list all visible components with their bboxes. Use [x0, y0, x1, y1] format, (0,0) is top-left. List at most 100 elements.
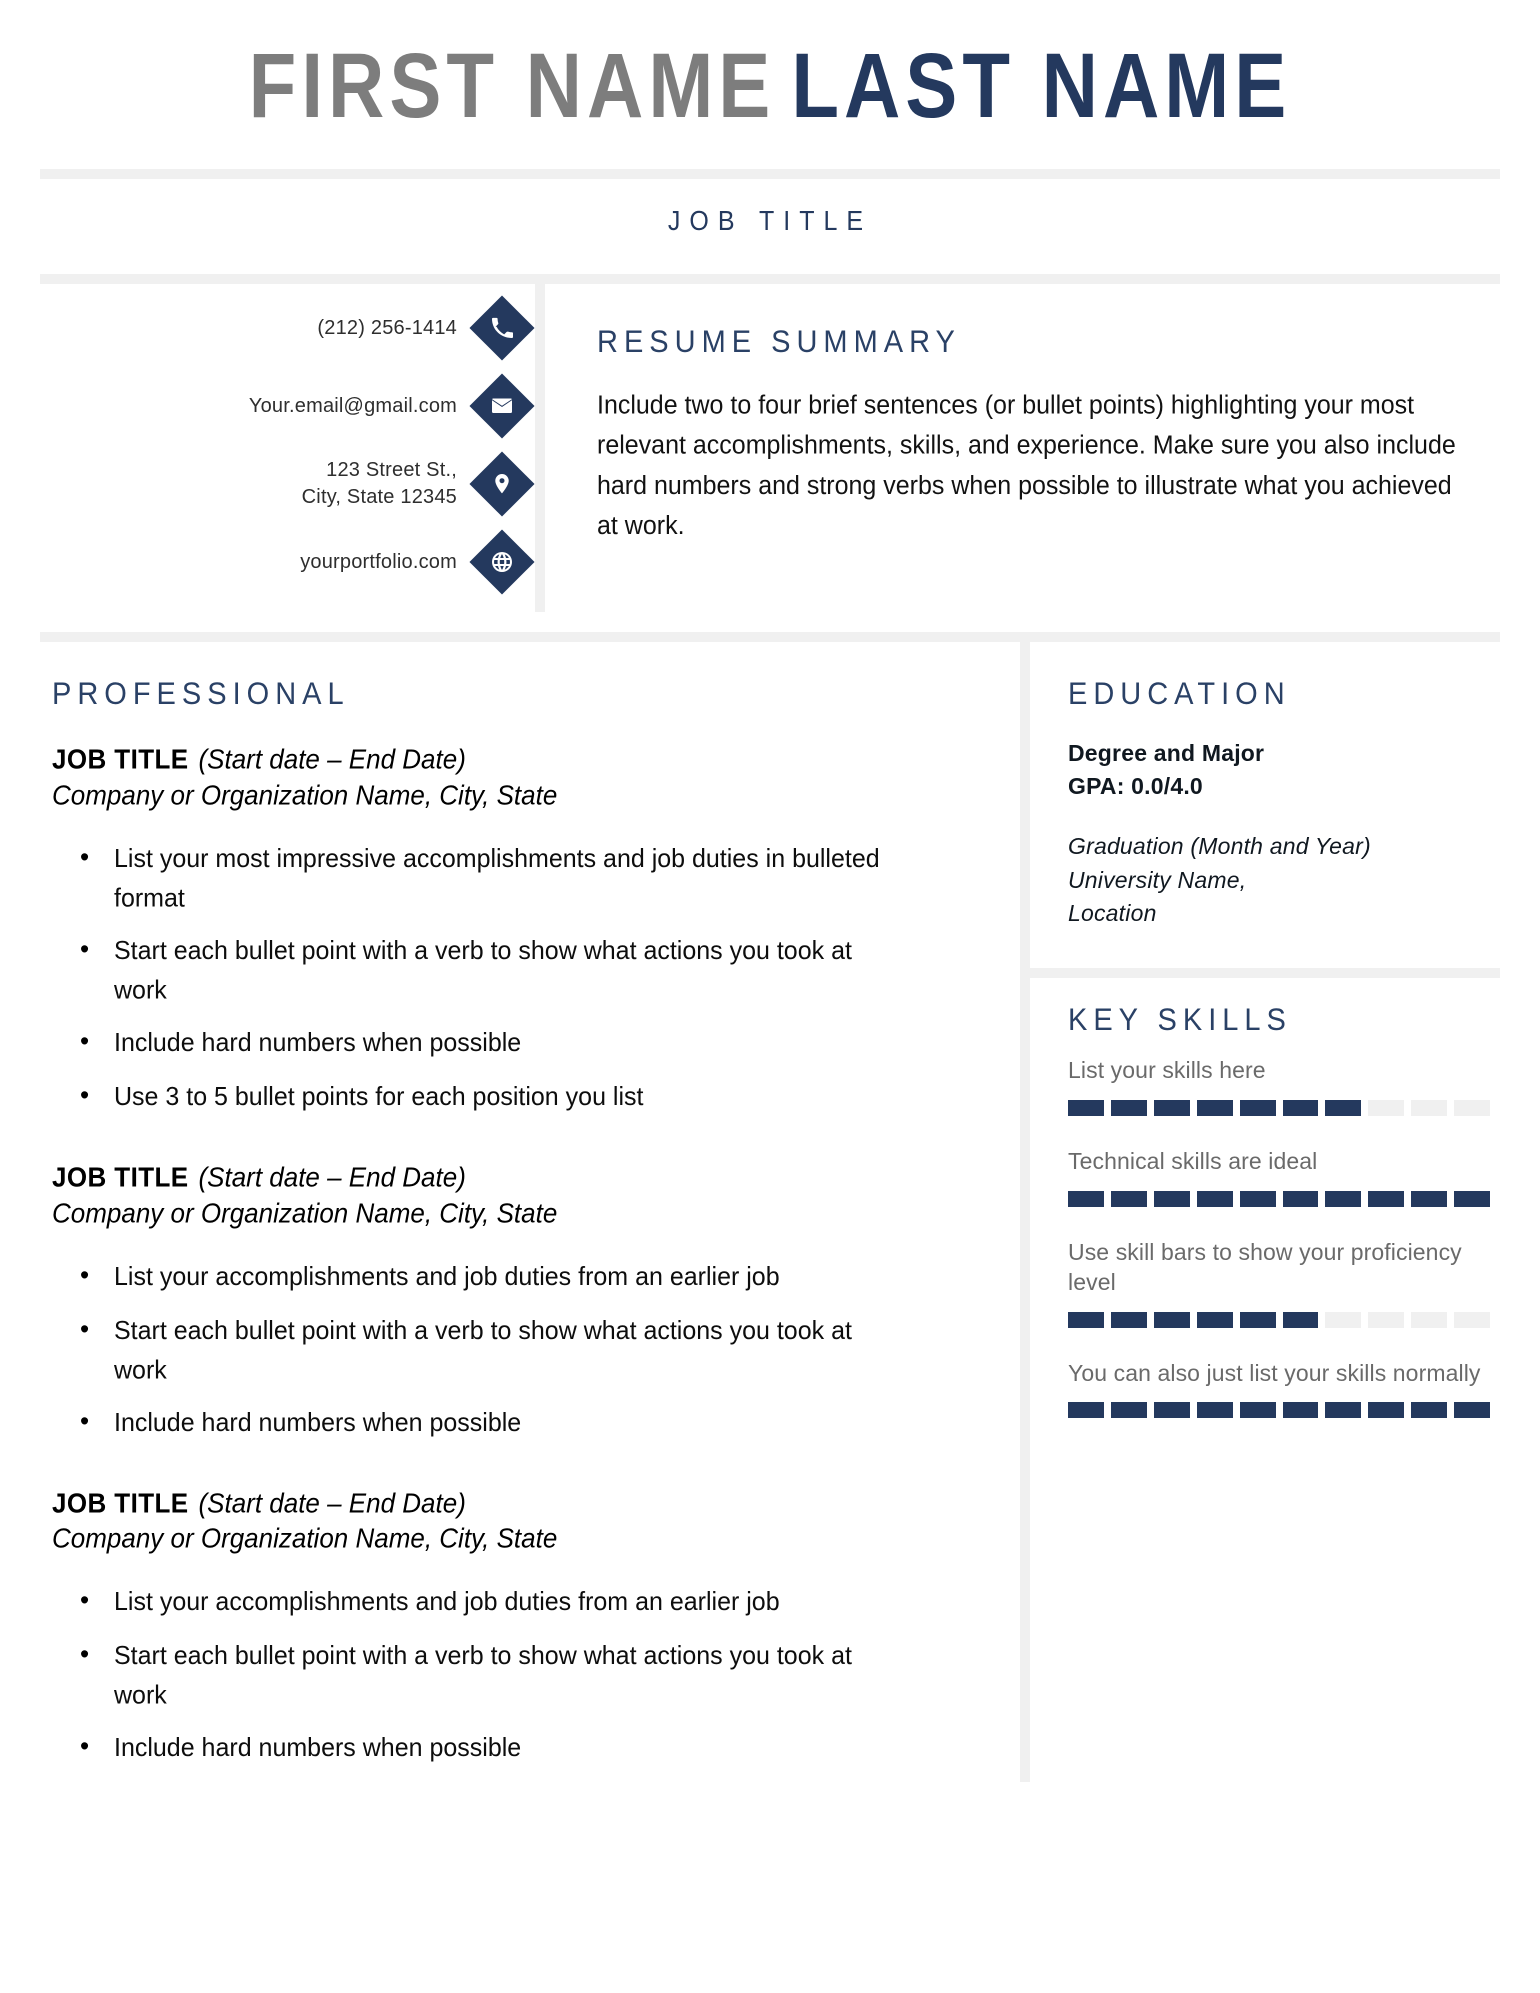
divider-under-name: [40, 169, 1500, 179]
job-entry: JOB TITLE (Start date – End Date) Company…: [52, 741, 980, 1117]
skill-label: List your skills here: [1068, 1057, 1266, 1084]
key-skills-section: KEY SKILLS List your skills here Technic…: [1068, 978, 1491, 1419]
summary-heading: RESUME SUMMARY: [597, 324, 961, 360]
skill-segment: [1325, 1402, 1362, 1419]
contact-item-phone[interactable]: (212) 256-1414: [40, 295, 535, 361]
contact-item-email[interactable]: Your.email@gmail.com: [40, 373, 535, 439]
education-graduation: Graduation (Month and Year): [1068, 833, 1371, 860]
skill-segment: [1368, 1311, 1405, 1328]
contact-portfolio-text: yourportfolio.com: [300, 550, 457, 573]
skill-segment: [1368, 1099, 1405, 1116]
skill-segment: [1239, 1402, 1276, 1419]
skill-bar[interactable]: [1068, 1099, 1491, 1116]
skill-segment: [1153, 1402, 1190, 1419]
job-entry: JOB TITLE (Start date – End Date) Company…: [52, 1485, 980, 1768]
job-role: JOB TITLE: [52, 743, 189, 775]
globe-icon: [469, 529, 535, 595]
skill-entry: Technical skills are ideal: [1068, 1146, 1491, 1207]
contact-item-portfolio[interactable]: yourportfolio.com: [40, 529, 535, 595]
list-item: Start each bullet point with a verb to s…: [52, 1634, 892, 1715]
list-item: Include hard numbers when possible: [52, 1726, 892, 1768]
divider-under-summary: [40, 632, 1500, 642]
list-item: Include hard numbers when possible: [52, 1021, 892, 1063]
skill-segment: [1454, 1311, 1491, 1328]
job-header: JOB TITLE (Start date – End Date): [52, 1159, 980, 1197]
list-item: Include hard numbers when possible: [52, 1400, 892, 1443]
list-item: Start each bullet point with a verb to s…: [52, 929, 892, 1010]
skill-entry: Use skill bars to show your proficiency …: [1068, 1237, 1491, 1328]
skill-segment: [1411, 1190, 1448, 1207]
skill-segment: [1153, 1190, 1190, 1207]
main-content-row: PROFESSIONAL JOB TITLE (Start date – End …: [40, 642, 1500, 1783]
job-entry: JOB TITLE (Start date – End Date) Company…: [52, 1159, 980, 1443]
skill-label: You can also just list your skills norma…: [1068, 1359, 1481, 1386]
skill-label: Technical skills are ideal: [1068, 1147, 1318, 1174]
key-skills-heading: KEY SKILLS: [1068, 1002, 1292, 1038]
skill-label: Use skill bars to show your proficiency …: [1068, 1238, 1462, 1296]
list-item: List your accomplishments and job duties…: [52, 1254, 892, 1297]
list-item: Start each bullet point with a verb to s…: [52, 1308, 892, 1390]
skill-segment: [1153, 1099, 1190, 1116]
education-location: Location: [1068, 900, 1157, 926]
skill-segment: [1239, 1311, 1276, 1328]
skill-segment: [1454, 1099, 1491, 1116]
job-dates: (Start date – End Date): [198, 743, 466, 775]
last-name: LAST NAME: [791, 32, 1292, 137]
skill-entry: List your skills here: [1068, 1055, 1491, 1116]
skill-segment: [1454, 1402, 1491, 1419]
contact-phone-text: (212) 256-1414: [317, 316, 457, 339]
skill-segment: [1282, 1099, 1319, 1116]
summary-column: RESUME SUMMARY Include two to four brief…: [545, 284, 1500, 612]
education-university: University Name,: [1068, 866, 1247, 893]
skill-segment: [1110, 1402, 1147, 1419]
skill-segment: [1325, 1311, 1362, 1328]
contact-address-text: 123 Street St., City, State 12345: [301, 459, 457, 508]
skill-segment: [1368, 1190, 1405, 1207]
job-dates: (Start date – End Date): [198, 1160, 466, 1193]
job-duties-list: List your accomplishments and job duties…: [52, 1254, 980, 1443]
contact-item-address[interactable]: 123 Street St., City, State 12345: [40, 451, 535, 517]
skill-segment: [1239, 1190, 1276, 1207]
phone-icon: [469, 295, 535, 361]
skill-entry: You can also just list your skills norma…: [1068, 1358, 1491, 1419]
contact-and-summary-row: (212) 256-1414 Your.email@gmail.com 123 …: [40, 284, 1500, 612]
education-gpa: GPA: 0.0/4.0: [1068, 772, 1203, 799]
skill-segment: [1196, 1311, 1233, 1328]
job-company: Company or Organization Name, City, Stat…: [52, 1196, 558, 1229]
list-item: List your most impressive accomplishment…: [52, 837, 892, 918]
first-name: FIRST NAME: [248, 32, 776, 137]
skill-segment: [1110, 1190, 1147, 1207]
divider-main-columns: [1020, 642, 1030, 1783]
skill-bar[interactable]: [1068, 1402, 1491, 1419]
skill-segment: [1368, 1402, 1405, 1419]
skill-bar[interactable]: [1068, 1190, 1491, 1207]
skill-segment: [1282, 1311, 1319, 1328]
education-degree: Degree and Major: [1068, 740, 1265, 766]
skill-segment: [1411, 1311, 1448, 1328]
page-title: FIRST NAME LAST NAME: [0, 0, 1540, 157]
skill-segment: [1454, 1190, 1491, 1207]
list-item: Use 3 to 5 bullet points for each positi…: [52, 1075, 892, 1117]
divider-contact-summary: [535, 284, 545, 612]
professional-heading: PROFESSIONAL: [52, 676, 350, 712]
skill-segment: [1110, 1099, 1147, 1116]
divider-education-skills: [1030, 968, 1500, 979]
summary-body: Include two to four brief sentences (or …: [597, 390, 1456, 541]
education-heading: EDUCATION: [1068, 676, 1291, 712]
skill-segment: [1110, 1311, 1147, 1328]
job-company: Company or Organization Name, City, Stat…: [52, 1522, 558, 1555]
skill-segment: [1325, 1190, 1362, 1207]
skill-segment: [1411, 1402, 1448, 1419]
skill-segment: [1196, 1190, 1233, 1207]
job-role: JOB TITLE: [52, 1160, 189, 1193]
skill-bar[interactable]: [1068, 1311, 1491, 1328]
skill-segment: [1196, 1402, 1233, 1419]
skill-segment: [1282, 1402, 1319, 1419]
divider-under-job-title: [40, 274, 1500, 284]
contact-column: (212) 256-1414 Your.email@gmail.com 123 …: [40, 284, 535, 612]
skill-segment: [1411, 1099, 1448, 1116]
job-role: JOB TITLE: [52, 1486, 189, 1519]
